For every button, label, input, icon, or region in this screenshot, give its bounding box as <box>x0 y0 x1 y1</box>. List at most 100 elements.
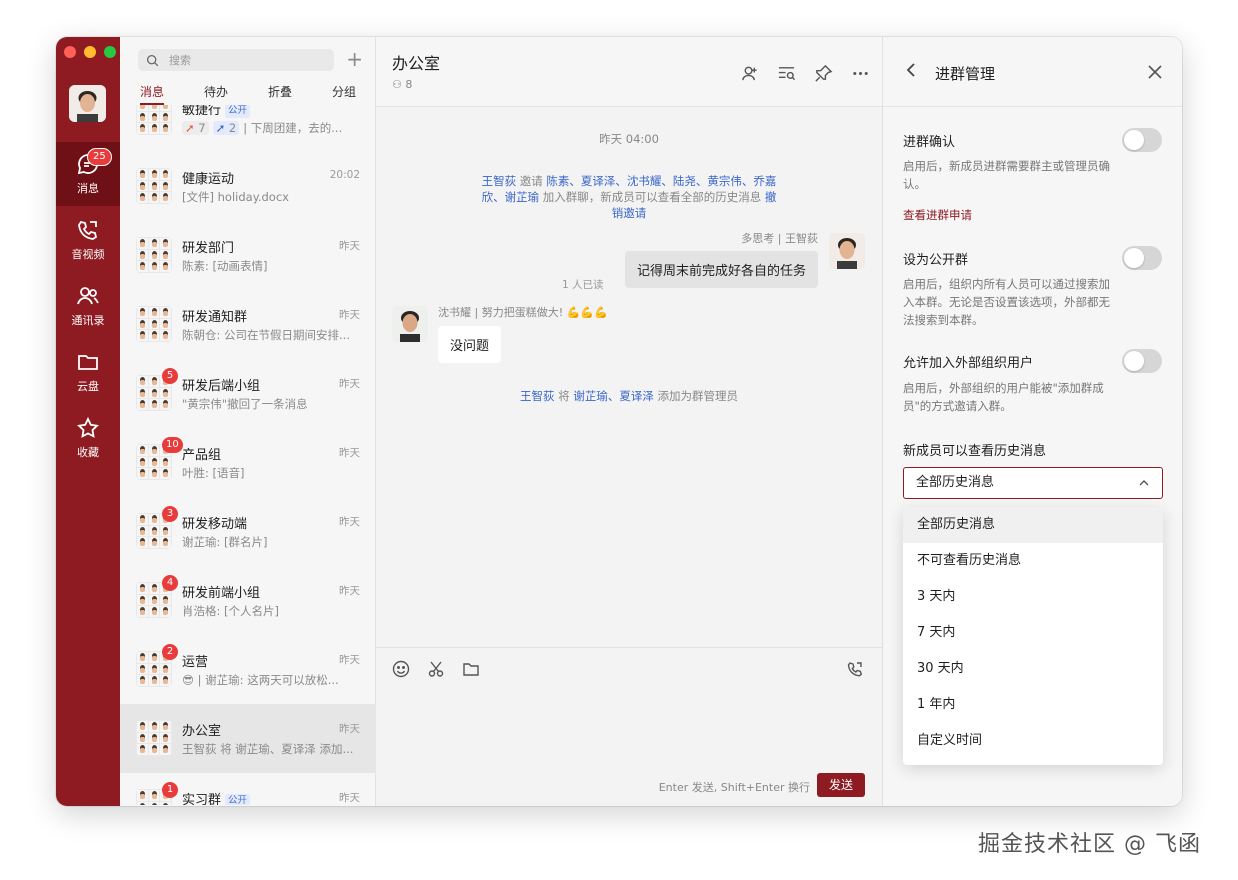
rail-item-cloud[interactable]: 云盘 <box>56 340 120 404</box>
search-input[interactable]: 搜索 <box>138 49 334 71</box>
external-users-desc: 启用后，外部组织的用户能被"添加群成员"的方式邀请入群。 <box>903 381 1104 413</box>
close-icon[interactable] <box>1146 63 1164 81</box>
history-option[interactable]: 30 天内 <box>903 651 1163 687</box>
history-option[interactable]: 全部历史消息 <box>903 507 1163 543</box>
rail-label: 收藏 <box>77 446 99 459</box>
send-button[interactable]: 发送 <box>817 773 865 797</box>
history-title: 新成员可以查看历史消息 <box>903 444 1047 459</box>
sender-avatar[interactable] <box>829 233 865 269</box>
external-users-toggle[interactable] <box>1122 349 1162 373</box>
panel-title: 进群管理 <box>935 65 996 83</box>
conversation-time: 昨天 <box>339 654 360 666</box>
sender-meta: 多思考 | 王智荻 <box>741 232 818 245</box>
tab-messages[interactable]: 消息 <box>120 81 184 106</box>
system-admin-message: 王智荻 将 谢芷瑜、夏译泽 添加为群管理员 <box>520 389 738 403</box>
close-window-button[interactable] <box>64 46 76 58</box>
view-join-requests-link[interactable]: 查看进群申请 <box>903 207 972 223</box>
pin-icon[interactable] <box>814 64 833 83</box>
sender-avatar[interactable] <box>392 306 428 342</box>
history-select[interactable]: 全部历史消息 <box>903 467 1163 499</box>
chat-header: 办公室 ⚇ 8 <box>376 37 882 107</box>
history-option[interactable]: 3 天内 <box>903 579 1163 615</box>
conversation-time: 昨天 <box>339 585 360 597</box>
public-group-desc: 启用后，组织内所有人员可以通过搜索加入本群。无论是否设置该选项，外部都无法搜索到… <box>903 277 1110 327</box>
conversation-name: 研发通知群 <box>182 310 248 325</box>
conversation-item[interactable]: 研发通知群 昨天 陈朝仓: 公司在节假日期间安排... <box>120 290 376 359</box>
contacts-icon <box>77 287 99 305</box>
conversation-time: 昨天 <box>339 240 360 252</box>
conversation-item[interactable]: 敏捷行 公开 ➚ 7 ➚ 2 | 下周团建，去的... <box>120 105 376 152</box>
back-icon[interactable] <box>901 60 921 80</box>
tab-folded[interactable]: 折叠 <box>248 81 312 106</box>
group-avatar <box>136 237 172 273</box>
more-icon[interactable] <box>851 64 870 83</box>
conversation-name: 研发后端小组 <box>182 379 261 394</box>
folder-icon[interactable] <box>462 660 480 682</box>
public-tag: 公开 <box>225 794 251 805</box>
conversation-name: 研发前端小组 <box>182 586 261 601</box>
public-tag: 公开 <box>225 105 251 118</box>
rail-item-contacts[interactable]: 通讯录 <box>56 274 120 338</box>
members-icon: ⚇ <box>392 78 402 91</box>
conversation-preview: 王智荻 将 谢芷瑜、夏译泽 添加... <box>182 742 354 756</box>
search-messages-icon[interactable] <box>777 64 796 83</box>
star-icon <box>77 416 99 438</box>
history-option[interactable]: 自定义时间 <box>903 723 1163 759</box>
history-option[interactable]: 7 天内 <box>903 615 1163 651</box>
emoji-icon[interactable] <box>392 660 410 682</box>
conversation-item[interactable]: 4 研发前端小组 昨天 肖浩格: [个人名片] <box>120 566 376 635</box>
conversation-time: 昨天 <box>339 447 360 459</box>
rail-label: 消息 <box>77 182 99 195</box>
chat-title: 办公室 <box>392 54 441 73</box>
message-bubble-outgoing[interactable]: 记得周末前完成好各自的任务 <box>624 251 818 288</box>
rocket-icon: ➚ <box>185 121 195 135</box>
unread-badge: 10 <box>162 437 183 453</box>
message-bubble-incoming[interactable]: 没问题 <box>438 326 502 363</box>
panel-header: 进群管理 <box>883 37 1182 107</box>
history-dropdown: 全部历史消息 不可查看历史消息 3 天内 7 天内 30 天内 1 年内 自定义… <box>903 507 1163 765</box>
call-icon[interactable] <box>846 660 864 678</box>
timestamp: 昨天 04:00 <box>599 132 659 146</box>
send-hint: Enter 发送, Shift+Enter 换行 <box>658 781 810 794</box>
conversation-item[interactable]: 办公室 昨天 王智荻 将 谢芷瑜、夏译泽 添加... <box>120 704 376 773</box>
conversation-item[interactable]: 1 实习群 公开 昨天 <box>120 773 376 805</box>
tab-todo[interactable]: 待办 <box>184 81 248 106</box>
conversation-item[interactable]: 2 运营 昨天 😎 | 谢芷瑜: 这两天可以放松... <box>120 635 376 704</box>
conversation-list: 敏捷行 公开 ➚ 7 ➚ 2 | 下周团建，去的... 健康运动 20:02 [文件] h… <box>120 105 376 805</box>
unread-badge: 4 <box>162 575 178 591</box>
group-avatar <box>136 105 172 135</box>
minimize-window-button[interactable] <box>84 46 96 58</box>
zoom-window-button[interactable] <box>104 46 116 58</box>
message-composer[interactable]: Enter 发送, Shift+Enter 换行 发送 <box>376 647 882 806</box>
join-confirm-toggle[interactable] <box>1122 128 1162 152</box>
conversation-name: 敏捷行 <box>182 105 222 118</box>
conversation-item[interactable]: 健康运动 20:02 [文件] holiday.docx <box>120 152 376 221</box>
conversation-preview: 叶胜: [语音] <box>182 466 245 480</box>
conversation-item[interactable]: 10 产品组 昨天 叶胜: [语音] <box>120 428 376 497</box>
rail-item-av[interactable]: 音视频 <box>56 208 120 272</box>
rail-item-favorites[interactable]: 收藏 <box>56 406 120 470</box>
search-icon <box>146 54 159 66</box>
tab-groups[interactable]: 分组 <box>312 81 376 106</box>
conversation-item[interactable]: 5 研发后端小组 昨天 "黄宗伟"撤回了一条消息 <box>120 359 376 428</box>
join-confirm-title: 进群确认 <box>903 135 956 150</box>
conversation-item[interactable]: 研发部门 昨天 陈素: [动画表情] <box>120 221 376 290</box>
app-window: 消息 25 音视频 通讯录 云盘 收藏 搜索 + 消息 待办 折叠 分组 敏捷行… <box>56 37 1182 806</box>
conversation-preview: ➚ 7 ➚ 2 | 下周团建，去的... <box>182 120 358 136</box>
add-member-icon[interactable] <box>740 64 759 83</box>
nav-rail: 消息 25 音视频 通讯录 云盘 收藏 <box>56 37 120 806</box>
conversation-preview: 😎 | 谢芷瑜: 这两天可以放松... <box>182 673 339 687</box>
member-count[interactable]: ⚇ 8 <box>392 78 412 91</box>
group-avatar <box>136 306 172 342</box>
scissors-icon[interactable] <box>427 660 445 682</box>
add-button[interactable]: + <box>346 48 363 70</box>
rail-item-messages[interactable]: 消息 25 <box>56 142 120 206</box>
unread-badge: 25 <box>87 148 112 166</box>
user-avatar[interactable] <box>69 85 106 122</box>
public-group-toggle[interactable] <box>1122 246 1162 270</box>
conversation-preview: 谢芷瑜: [群名片] <box>182 535 268 549</box>
conversation-item[interactable]: 3 研发移动端 昨天 谢芷瑜: [群名片] <box>120 497 376 566</box>
history-option[interactable]: 1 年内 <box>903 687 1163 723</box>
group-avatar <box>136 168 172 204</box>
history-option[interactable]: 不可查看历史消息 <box>903 543 1163 579</box>
